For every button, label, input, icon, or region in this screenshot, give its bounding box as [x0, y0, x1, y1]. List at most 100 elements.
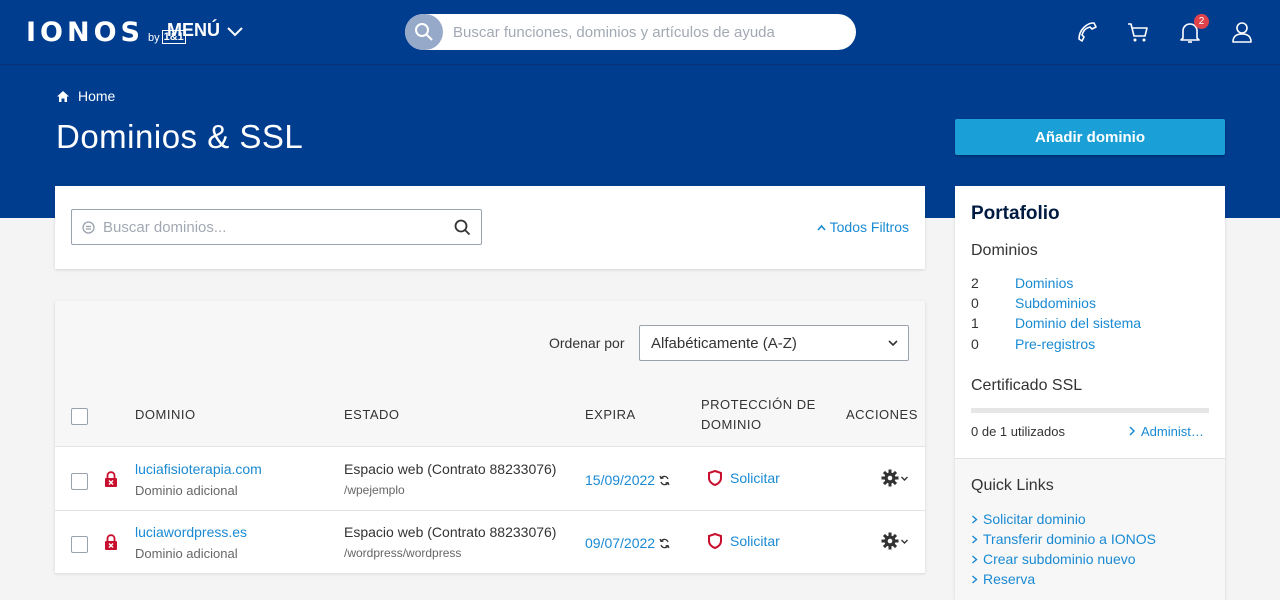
domain-search-input[interactable] [103, 218, 453, 236]
select-all-checkbox[interactable] [71, 408, 88, 425]
domain-status: Espacio web (Contrato 88233076) [344, 524, 557, 540]
filter-card: Todos Filtros [55, 186, 925, 269]
portfolio-link-dominio-sistema[interactable]: Dominio del sistema [1015, 315, 1141, 331]
domains-table-card: Ordenar por Alfabéticamente (A-Z) DOMINI… [55, 301, 925, 574]
ssl-usage-text: 0 de 1 utilizados [971, 424, 1065, 439]
actions-menu-button[interactable] [881, 469, 909, 487]
chevron-down-icon [901, 539, 908, 544]
unsecured-lock-icon [105, 471, 117, 487]
unsecured-lock-icon [105, 534, 117, 550]
cart-icon[interactable] [1125, 18, 1151, 46]
all-filters-label: Todos Filtros [829, 219, 909, 235]
quick-link-label: Reserva [983, 571, 1036, 587]
domain-type: Dominio adicional [135, 546, 238, 561]
logo-text: IONOS [26, 17, 144, 48]
ssl-admin-link[interactable]: Administ… [1128, 424, 1214, 439]
row-checkbox[interactable] [71, 473, 88, 490]
domain-path: /wordpress/wordpress [344, 546, 462, 560]
breadcrumb[interactable]: Home [56, 88, 115, 104]
domain-link[interactable]: luciafisioterapia.com [135, 461, 262, 477]
actions-menu-button[interactable] [881, 532, 909, 550]
portfolio-link-pre-registros[interactable]: Pre-registros [1015, 336, 1095, 352]
expiry-date: 09/07/2022 [585, 535, 656, 551]
domain-link[interactable]: luciawordpress.es [135, 524, 247, 540]
portfolio-count: 0 [971, 295, 979, 311]
gear-icon [881, 532, 899, 550]
breadcrumb-home[interactable]: Home [78, 88, 115, 104]
auto-renew-icon [659, 538, 670, 548]
quick-link-solicitar-dominio[interactable]: Solicitar dominio [971, 511, 1086, 527]
search-icon[interactable] [454, 219, 471, 236]
quick-link-crear-subdominio[interactable]: Crear subdominio nuevo [971, 551, 1136, 567]
portfolio-link-subdominios[interactable]: Subdominios [1015, 295, 1096, 311]
column-header-actions: ACCIONES [846, 407, 918, 422]
chevron-right-icon [972, 515, 978, 524]
expiry-date: 15/09/2022 [585, 472, 656, 488]
shield-icon [708, 533, 722, 549]
portfolio-title: Portafolio [971, 203, 1060, 224]
quick-link-transferir-dominio[interactable]: Transferir dominio a IONOS [971, 531, 1156, 547]
quick-link-label: Crear subdominio nuevo [983, 551, 1136, 567]
expiry-date-link[interactable]: 15/09/2022 [585, 472, 670, 488]
domain-search[interactable] [71, 209, 482, 245]
chevron-down-icon [227, 26, 243, 36]
table-row: luciawordpress.es Dominio adicional Espa… [55, 511, 925, 574]
portfolio-link-dominios[interactable]: Dominios [1015, 275, 1073, 291]
column-header-protection-line1: PROTECCIÓN DE [701, 397, 816, 412]
shield-icon [708, 470, 722, 486]
sort-label: Ordenar por [549, 335, 625, 351]
chevron-down-icon [888, 340, 898, 347]
global-search[interactable] [405, 14, 856, 50]
chevron-down-icon [901, 476, 908, 481]
protection-request-label: Solicitar [730, 533, 780, 549]
protection-request-link[interactable]: Solicitar [708, 470, 780, 486]
logo-by: by [148, 32, 160, 44]
table-row: luciafisioterapia.com Dominio adicional … [55, 448, 925, 511]
global-search-input[interactable] [453, 23, 843, 41]
quick-links-section: Quick Links Solicitar dominio Transferir… [955, 458, 1225, 600]
home-icon [57, 90, 69, 102]
column-header-protection[interactable]: PROTECCIÓN DE DOMINIO [701, 395, 816, 435]
ssl-admin-label: Administ… [1141, 424, 1204, 439]
column-header-domain[interactable]: DOMINIO [135, 405, 196, 425]
notifications-badge: 2 [1194, 14, 1209, 29]
chevron-right-icon [972, 535, 978, 544]
row-checkbox[interactable] [71, 536, 88, 553]
search-icon[interactable] [405, 14, 443, 50]
quick-link-label: Solicitar dominio [983, 511, 1086, 527]
domain-status: Espacio web (Contrato 88233076) [344, 461, 557, 477]
notifications-bell-icon[interactable]: 2 [1177, 14, 1209, 46]
all-filters-toggle[interactable]: Todos Filtros [817, 219, 909, 235]
expiry-date-link[interactable]: 09/07/2022 [585, 535, 670, 551]
chevron-up-icon [817, 224, 826, 231]
quick-link-label: Transferir dominio a IONOS [983, 531, 1156, 547]
portfolio-count: 0 [971, 336, 979, 352]
page-title: Dominios & SSL [56, 118, 304, 155]
filter-bubble-icon [82, 220, 95, 234]
portfolio-sidebar: Portafolio Dominios 2 Dominios 0 Subdomi… [955, 186, 1225, 600]
phone-icon[interactable] [1073, 18, 1099, 46]
column-header-status[interactable]: ESTADO [344, 405, 400, 425]
ssl-usage-bar [971, 408, 1209, 413]
domain-path: /wpejemplo [344, 483, 405, 497]
sort-value: Alfabéticamente (A-Z) [651, 334, 797, 352]
ionos-logo[interactable]: IONOS by 1&1 [26, 16, 186, 48]
protection-request-link[interactable]: Solicitar [708, 533, 780, 549]
sort-select[interactable]: Alfabéticamente (A-Z) [639, 325, 909, 361]
protection-request-label: Solicitar [730, 470, 780, 486]
column-header-protection-line2: DOMINIO [701, 417, 762, 432]
table-header-area: Ordenar por Alfabéticamente (A-Z) DOMINI… [55, 301, 925, 447]
add-domain-button[interactable]: Añadir dominio [955, 119, 1225, 155]
column-header-expires[interactable]: EXPIRA [585, 405, 636, 425]
quick-link-reserva[interactable]: Reserva [971, 571, 1035, 587]
ssl-heading: Certificado SSL [971, 377, 1083, 394]
auto-renew-icon [659, 475, 670, 485]
user-account-icon[interactable] [1229, 18, 1255, 46]
quick-links-title: Quick Links [971, 477, 1054, 494]
domain-type: Dominio adicional [135, 483, 238, 498]
chevron-right-icon [1129, 426, 1136, 436]
menu-button[interactable]: MENÚ [167, 20, 244, 41]
chevron-right-icon [972, 555, 978, 564]
portfolio-count: 1 [971, 315, 979, 331]
gear-icon [881, 469, 899, 487]
